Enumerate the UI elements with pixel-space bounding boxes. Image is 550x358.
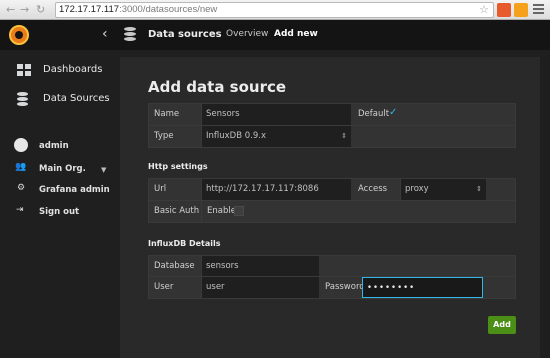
address-bar[interactable]: 172.17.17.117:3000/datasources/new ☆: [55, 2, 494, 18]
name-row: Name Sensors Default ✓: [148, 103, 516, 126]
name-label: Name: [154, 109, 180, 119]
basic-auth-checkbox[interactable]: [234, 206, 244, 216]
sidebar-item-sign-out[interactable]: ⇥ Sign out: [0, 205, 120, 219]
bookmark-star-icon[interactable]: ☆: [479, 3, 489, 17]
rss-extension-icon[interactable]: [514, 3, 528, 17]
chevron-right-icon: ›: [210, 28, 214, 39]
sidebar-item-grafana-admin[interactable]: ⚙ Grafana admin: [0, 183, 120, 197]
database-icon: [124, 27, 136, 42]
browser-toolbar: ← → ↻ 172.17.17.117:3000/datasources/new…: [0, 0, 550, 20]
access-select[interactable]: proxy ⇕: [400, 179, 486, 200]
sidebar-item-label: Data Sources: [43, 93, 110, 104]
type-row: Type InfluxDB 0.9.x ⇕: [148, 125, 516, 148]
basic-auth-row: Basic Auth Enable: [148, 200, 516, 223]
user-label: User: [154, 282, 174, 292]
url-row: Url http://172.17.17.117:8086 Access? pr…: [148, 178, 516, 214]
default-checkbox-check-icon[interactable]: ✓: [389, 107, 397, 118]
grid-icon: [17, 64, 31, 76]
sidebar-user[interactable]: admin: [0, 138, 120, 154]
database-row: Database sensors: [148, 255, 516, 278]
database-label: Database: [154, 261, 195, 271]
add-button[interactable]: Add: [488, 316, 516, 334]
database-icon: [17, 92, 28, 106]
type-label: Type: [154, 131, 174, 141]
user-name: admin: [39, 141, 69, 151]
extension-icon[interactable]: [497, 3, 511, 17]
tab-overview[interactable]: Overview: [226, 29, 268, 39]
access-label: Access?: [353, 179, 399, 214]
sidebar-item-data-sources[interactable]: Data Sources: [0, 91, 120, 107]
caret-down-icon: ▼: [101, 166, 107, 174]
tab-add-new[interactable]: Add new: [274, 29, 318, 39]
back-arrow-icon[interactable]: ←: [6, 3, 15, 17]
type-select[interactable]: InfluxDB 0.9.x ⇕: [201, 126, 351, 147]
sidebar-item-label: Grafana admin: [39, 185, 110, 195]
gear-icon: ⚙: [17, 183, 26, 193]
url-path: :3000/datasources/new: [119, 4, 218, 15]
users-icon: 👥: [15, 162, 27, 172]
access-label-text: Access: [358, 184, 388, 194]
url-host: 172.17.17.117: [59, 4, 120, 15]
avatar: [14, 138, 28, 152]
name-input[interactable]: Sensors: [201, 104, 351, 125]
sidebar-org-switcher[interactable]: 👥 Main Org. ▼: [0, 162, 120, 176]
top-navbar: ‹ Data sources › Overview Add new: [0, 20, 550, 69]
select-arrows-icon: ⇕: [476, 185, 482, 193]
forward-arrow-icon[interactable]: →: [20, 3, 29, 17]
url-input[interactable]: http://172.17.17.117:8086: [201, 179, 351, 200]
sign-out-icon: ⇥: [16, 205, 24, 215]
influxdb-details-title: InfluxDB Details: [148, 239, 221, 248]
sidebar-item-label: Dashboards: [43, 64, 103, 75]
password-label: Password: [325, 282, 365, 292]
http-settings-title: Http settings: [148, 162, 208, 171]
sidebar-item-dashboards[interactable]: Dashboards: [0, 62, 120, 78]
user-row: User user Password ••••••••: [148, 276, 516, 299]
password-input[interactable]: ••••••••: [362, 277, 483, 298]
access-select-value: proxy: [405, 184, 429, 194]
chevron-left-icon[interactable]: ‹: [102, 25, 108, 43]
page-title: Add data source: [148, 78, 287, 96]
user-input[interactable]: user: [201, 277, 319, 298]
browser-menu-icon[interactable]: [533, 4, 544, 16]
database-input[interactable]: sensors: [201, 256, 319, 277]
select-arrows-icon: ⇕: [341, 132, 347, 140]
org-name: Main Org.: [39, 164, 86, 174]
basic-auth-label: Basic Auth: [154, 206, 200, 216]
type-select-value: InfluxDB 0.9.x: [206, 131, 266, 141]
url-label: Url: [154, 184, 167, 194]
reload-icon[interactable]: ↻: [36, 3, 45, 17]
grafana-logo-icon[interactable]: [9, 25, 29, 45]
sidebar-item-label: Sign out: [39, 207, 80, 217]
